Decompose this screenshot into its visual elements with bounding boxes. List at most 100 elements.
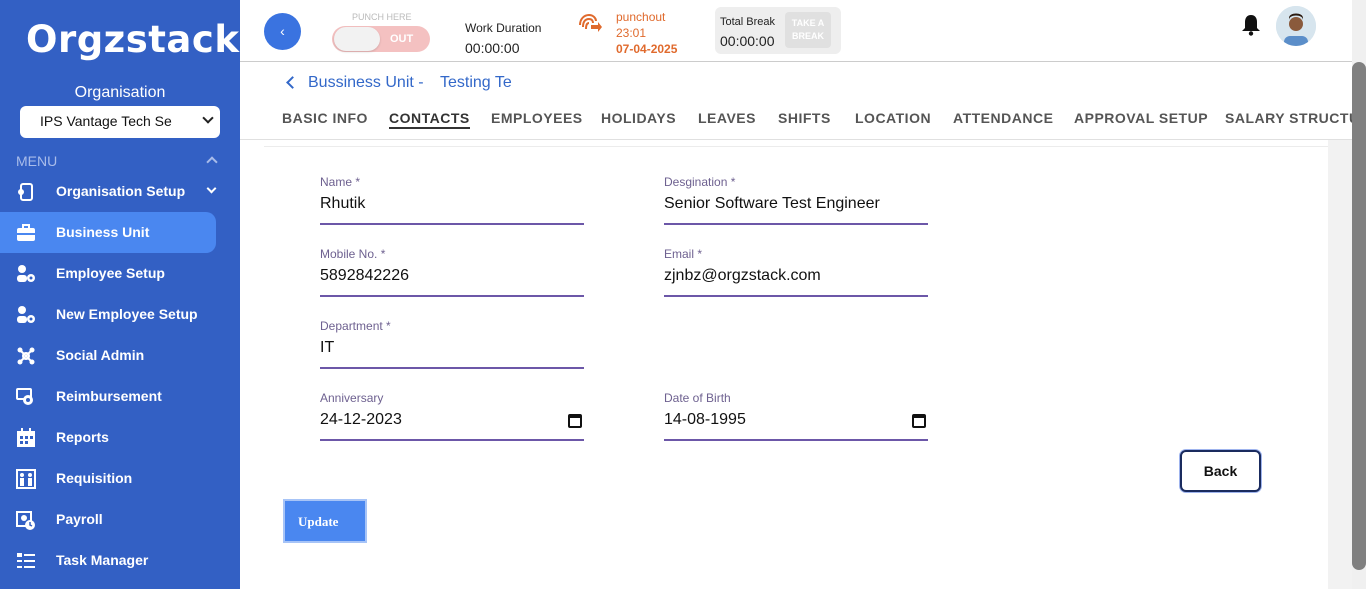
update-button[interactable]: Update <box>283 499 367 543</box>
punch-here-label: PUNCH HERE <box>352 12 412 22</box>
email-label: Email * <box>664 247 703 261</box>
sidebar-item-reports[interactable]: Reports <box>0 417 216 458</box>
sidebar-item-label: Employee Setup <box>56 265 165 281</box>
sidebar-item-organisation-setup[interactable]: Organisation Setup <box>0 171 217 212</box>
tab-shifts[interactable]: SHIFTS <box>778 110 831 126</box>
name-label: Name * <box>320 175 361 189</box>
total-break-title: Total Break <box>720 16 776 28</box>
social-icon <box>17 347 35 365</box>
org-setup-icon <box>18 183 33 201</box>
chevron-down-icon <box>206 183 217 194</box>
punchout-label: punchout <box>616 10 666 24</box>
briefcase-icon <box>17 224 35 241</box>
tab-location[interactable]: LOCATION <box>855 110 931 126</box>
payroll-icon <box>16 511 35 530</box>
tab-approval-setup[interactable]: APPROVAL SETUP <box>1074 110 1208 126</box>
sidebar-item-new-employee-setup[interactable]: New Employee Setup <box>0 294 216 335</box>
top-bar: ‹ PUNCH HERE OUT Work Duration 00:00:00 … <box>240 0 1352 62</box>
mobile-field[interactable]: Mobile No. * 5892842226 <box>320 247 584 297</box>
chevron-down-icon <box>202 112 214 124</box>
toggle-knob <box>334 27 380 51</box>
sidebar-item-employee-setup[interactable]: Employee Setup <box>0 253 216 294</box>
sidebar-item-social-admin[interactable]: Social Admin <box>0 335 216 376</box>
department-value: IT <box>320 339 335 356</box>
employee-gear-icon <box>17 265 35 282</box>
bell-icon[interactable] <box>1241 14 1261 36</box>
requisition-icon <box>16 469 36 489</box>
sidebar-item-label: Reports <box>56 429 109 445</box>
collapse-sidebar-button[interactable]: ‹ <box>264 13 301 50</box>
tab-contacts[interactable]: CONTACTS <box>389 110 470 129</box>
fingerprint-icon <box>579 13 602 32</box>
anniversary-label: Anniversary <box>320 391 384 405</box>
email-value: zjnbz@orgzstack.com <box>664 267 821 284</box>
sidebar-item-requisition[interactable]: Requisition <box>0 458 216 499</box>
tab-salary-structure[interactable]: SALARY STRUCTUR <box>1225 110 1352 126</box>
menu-label: MENU <box>16 153 58 169</box>
tab-basic-info[interactable]: BASIC INFO <box>282 110 368 126</box>
sidebar-item-label: Business Unit <box>56 224 150 240</box>
sidebar-item-reimbursement[interactable]: Reimbursement <box>0 376 216 417</box>
total-break-value: 00:00:00 <box>720 33 775 49</box>
designation-label: Desgination * <box>664 175 736 189</box>
breadcrumb-unit-name: Testing Te <box>440 74 512 91</box>
sidebar-item-label: Reimbursement <box>56 388 162 404</box>
department-field[interactable]: Department * IT <box>320 319 584 369</box>
panel-gutter <box>1328 140 1352 589</box>
dob-value: 14-08-1995 <box>664 411 746 428</box>
sidebar-item-label: Requisition <box>56 470 133 486</box>
scrollbar-thumb[interactable] <box>1352 62 1366 570</box>
chevron-up-icon[interactable] <box>206 156 218 168</box>
task-list-icon <box>17 553 35 568</box>
take-break-line2: BREAK <box>791 31 824 41</box>
sidebar: Orgzstack Organisation IPS Vantage Tech … <box>0 0 240 589</box>
dob-field[interactable]: Date of Birth 14-08-1995 <box>664 391 928 441</box>
breadcrumb-title[interactable]: Bussiness Unit - <box>308 74 424 92</box>
punch-toggle-label: OUT <box>390 33 414 45</box>
tab-holidays[interactable]: HOLIDAYS <box>601 110 676 126</box>
designation-value: Senior Software Test Engineer <box>664 195 880 212</box>
back-button[interactable]: Back <box>1180 450 1261 492</box>
sidebar-item-label: Payroll <box>56 511 103 527</box>
logo: Orgzstack <box>26 18 240 61</box>
sidebar-item-business-unit[interactable]: Business Unit <box>0 212 216 253</box>
sidebar-item-label: Organisation Setup <box>56 183 186 199</box>
tab-attendance[interactable]: ATTENDANCE <box>953 110 1053 126</box>
calendar-grid-icon <box>17 428 35 447</box>
department-label: Department * <box>320 319 391 333</box>
sidebar-item-payroll[interactable]: Payroll <box>0 499 216 540</box>
app-root: Orgzstack Organisation IPS Vantage Tech … <box>0 0 1366 589</box>
total-break-box: Total Break 00:00:00 TAKE A BREAK <box>715 7 841 54</box>
name-value: Rhutik <box>320 195 366 212</box>
employee-gear-icon <box>17 306 35 323</box>
organisation-select[interactable]: IPS Vantage Tech Se <box>20 106 220 138</box>
email-field[interactable]: Email * zjnbz@orgzstack.com <box>664 247 928 297</box>
name-field[interactable]: Name * Rhutik <box>320 175 584 225</box>
organisation-select-value: IPS Vantage Tech Se <box>40 113 172 129</box>
take-break-button[interactable]: TAKE A BREAK <box>785 12 831 48</box>
calendar-icon[interactable] <box>912 414 926 428</box>
main-content: Bussiness Unit - Testing Te BASIC INFO C… <box>240 62 1352 589</box>
tab-employees[interactable]: EMPLOYEES <box>491 110 583 126</box>
tab-bar: BASIC INFO CONTACTS EMPLOYEES HOLIDAYS L… <box>240 107 1352 140</box>
tab-leaves[interactable]: LEAVES <box>698 110 756 126</box>
avatar[interactable] <box>1276 6 1316 46</box>
reimbursement-icon <box>16 388 33 405</box>
user-avatar-icon <box>1276 6 1316 46</box>
work-duration-title: Work Duration <box>465 21 542 35</box>
anniversary-field[interactable]: Anniversary 24-12-2023 <box>320 391 584 441</box>
back-chevron-icon[interactable] <box>286 76 299 89</box>
sidebar-item-task-manager[interactable]: Task Manager <box>0 540 216 581</box>
anniversary-value: 24-12-2023 <box>320 411 402 428</box>
sidebar-item-label: Social Admin <box>56 347 145 363</box>
designation-field[interactable]: Desgination * Senior Software Test Engin… <box>664 175 928 225</box>
organisation-label: Organisation <box>74 84 166 101</box>
mobile-value: 5892842226 <box>320 267 409 284</box>
sidebar-item-label: Task Manager <box>56 552 149 568</box>
contact-form: Name * Rhutik Desgination * Senior Softw… <box>264 146 1328 589</box>
take-break-line1: TAKE A <box>791 18 825 28</box>
mobile-label: Mobile No. * <box>320 247 386 261</box>
punch-toggle[interactable]: OUT <box>332 26 430 52</box>
calendar-icon[interactable] <box>568 414 582 428</box>
dob-label: Date of Birth <box>664 391 731 405</box>
